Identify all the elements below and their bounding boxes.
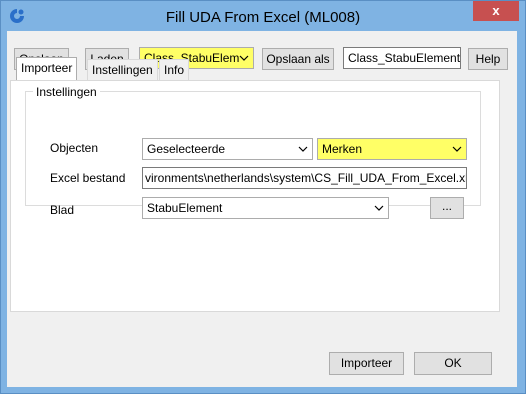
chevron-down-icon [452, 146, 462, 152]
help-button[interactable]: Help [468, 48, 508, 70]
tab-importeer[interactable]: Importeer [16, 57, 78, 80]
excel-file-label: Excel bestand [50, 171, 126, 185]
settings-group-title: Instellingen [33, 85, 100, 99]
close-button[interactable]: x [473, 1, 519, 21]
chevron-down-icon [374, 205, 384, 211]
objects-select[interactable]: Geselecteerde [142, 138, 313, 160]
window-title: Fill UDA From Excel (ML008) [165, 9, 361, 26]
sheet-select-value: StabuElement [147, 201, 223, 215]
objects-label: Objecten [50, 141, 99, 155]
chevron-down-icon [298, 146, 308, 152]
tab-instellingen[interactable]: Instellingen [87, 59, 158, 80]
marks-select[interactable]: Merken [317, 138, 467, 160]
chevron-down-icon [239, 55, 249, 61]
save-as-name-input[interactable]: Class_StabuElement [343, 47, 461, 69]
import-button[interactable]: Importeer [329, 352, 404, 375]
objects-select-value: Geselecteerde [147, 142, 226, 156]
sheet-label: Blad [50, 203, 75, 217]
save-as-button[interactable]: Opslaan als [262, 48, 334, 70]
title-bar[interactable]: Fill UDA From Excel (ML008) x [1, 1, 525, 32]
excel-file-input[interactable]: vironments\netherlands\system\CS_Fill_UD… [142, 167, 467, 189]
browse-button[interactable]: ... [430, 197, 464, 219]
marks-select-value: Merken [322, 142, 363, 156]
sheet-select[interactable]: StabuElement [142, 197, 389, 219]
tab-info[interactable]: Info [159, 59, 190, 80]
ok-button[interactable]: OK [414, 352, 492, 375]
close-icon: x [492, 3, 500, 18]
